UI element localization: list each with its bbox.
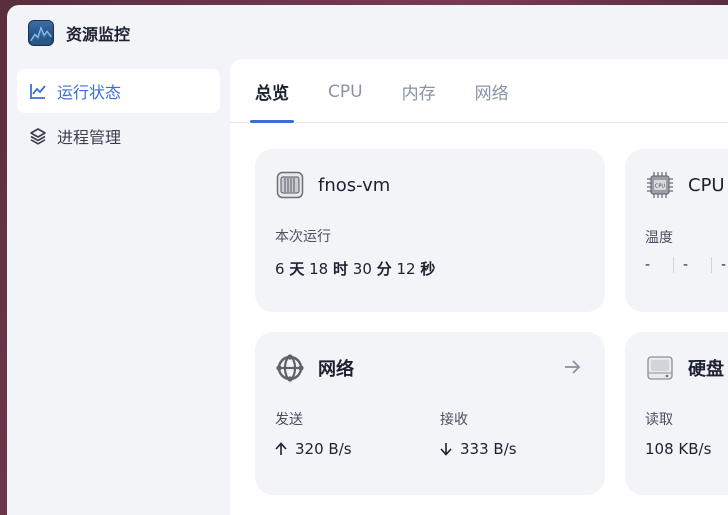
app-window: 资源监控 运行状态 进程管理 总览 CPU 内存 网络 fnos-vm 本次运行… bbox=[7, 5, 728, 515]
system-card[interactable]: fnos-vm 本次运行 6 天 18 时 30 分 12 秒 bbox=[255, 149, 605, 312]
disk-card[interactable]: 硬盘 读取 108 KB/s bbox=[625, 332, 728, 495]
cpu-chip-icon: CPU bbox=[645, 170, 675, 200]
hard-disk-icon bbox=[645, 353, 675, 383]
disk-title: 硬盘 bbox=[688, 359, 724, 380]
temp-value: - bbox=[645, 257, 651, 273]
title-bar: 资源监控 bbox=[7, 5, 728, 61]
arrow-up-icon bbox=[275, 442, 287, 456]
tab-memory[interactable]: 内存 bbox=[402, 58, 436, 122]
network-card[interactable]: 网络 发送 320 B/s 接收 333 B/s bbox=[255, 332, 605, 495]
cpu-card[interactable]: CPU CPU 温度 - - - bbox=[625, 149, 728, 312]
svg-text:CPU: CPU bbox=[655, 184, 666, 190]
uptime-value: 6 天 18 时 30 分 12 秒 bbox=[275, 260, 436, 278]
temp-label: 温度 bbox=[645, 230, 673, 246]
read-value: 108 KB/s bbox=[645, 440, 712, 458]
sidebar-item-processes[interactable]: 进程管理 bbox=[17, 114, 220, 158]
arrow-right-icon[interactable] bbox=[561, 356, 583, 378]
send-value: 320 B/s bbox=[275, 440, 440, 458]
tab-bar: 总览 CPU 内存 网络 bbox=[230, 59, 728, 123]
uptime-label: 本次运行 bbox=[275, 229, 331, 245]
app-title: 资源监控 bbox=[66, 25, 131, 44]
main-panel: 总览 CPU 内存 网络 fnos-vm 本次运行 6 天 18 时 30 分 … bbox=[230, 59, 728, 515]
sidebar-item-label: 运行状态 bbox=[57, 83, 122, 102]
sidebar-item-status[interactable]: 运行状态 bbox=[17, 69, 220, 113]
network-title: 网络 bbox=[318, 359, 354, 380]
hostname: fnos-vm bbox=[318, 174, 391, 196]
tab-cpu[interactable]: CPU bbox=[328, 58, 363, 122]
cpu-title: CPU bbox=[688, 174, 725, 196]
send-label: 发送 bbox=[275, 412, 303, 428]
temp-value: - bbox=[683, 257, 689, 273]
read-label: 读取 bbox=[645, 412, 673, 428]
server-icon bbox=[275, 170, 305, 200]
recv-label: 接收 bbox=[440, 412, 468, 428]
line-chart-icon bbox=[29, 82, 47, 100]
temp-values: - - - bbox=[645, 257, 728, 273]
network-globe-icon bbox=[275, 353, 305, 383]
temp-value: - bbox=[721, 257, 727, 273]
tab-overview[interactable]: 总览 bbox=[250, 58, 294, 123]
activity-monitor-icon bbox=[28, 20, 54, 46]
sidebar: 运行状态 进程管理 bbox=[17, 69, 220, 159]
layers-icon bbox=[29, 127, 47, 145]
sidebar-item-label: 进程管理 bbox=[57, 128, 122, 147]
arrow-down-icon bbox=[440, 442, 452, 456]
tab-network[interactable]: 网络 bbox=[475, 58, 509, 122]
recv-value: 333 B/s bbox=[440, 440, 517, 458]
